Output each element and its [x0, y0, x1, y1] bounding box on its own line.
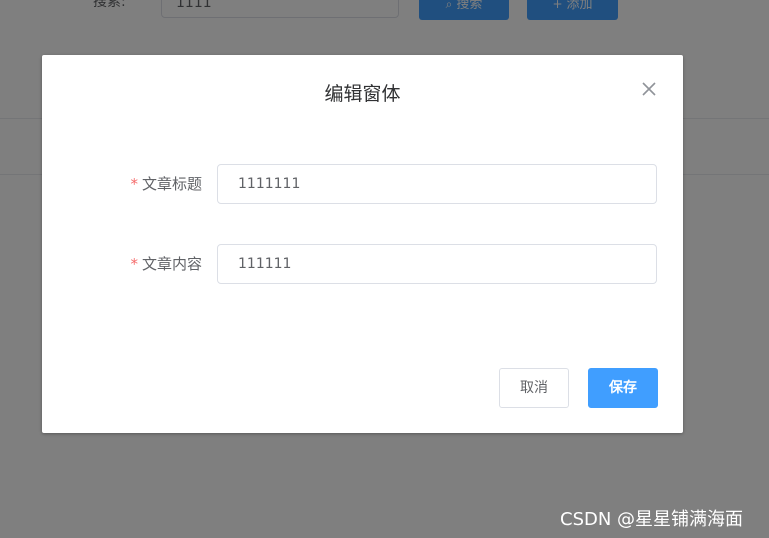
- title-label: * 文章标题: [130, 164, 202, 204]
- title-input[interactable]: [217, 164, 657, 204]
- form-row-content: * 文章内容: [42, 244, 683, 284]
- edit-dialog: 编辑窗体 *文章标题 *文章内容 取消 保存: [42, 55, 683, 433]
- required-mark: *: [130, 255, 138, 273]
- cancel-button[interactable]: 取消: [499, 368, 569, 408]
- content-label-text: 文章内容: [141, 255, 202, 273]
- watermark: CSDN @星星铺满海面: [560, 509, 744, 530]
- dialog-title: 编辑窗体: [324, 83, 401, 105]
- close-icon[interactable]: [641, 81, 657, 97]
- content-input[interactable]: [217, 244, 657, 284]
- save-button[interactable]: 保存: [588, 368, 658, 408]
- title-label-text: 文章标题: [141, 175, 202, 193]
- content-label: * 文章内容: [130, 244, 202, 284]
- required-mark: *: [130, 175, 138, 193]
- form-row-title: * 文章标题: [42, 164, 683, 204]
